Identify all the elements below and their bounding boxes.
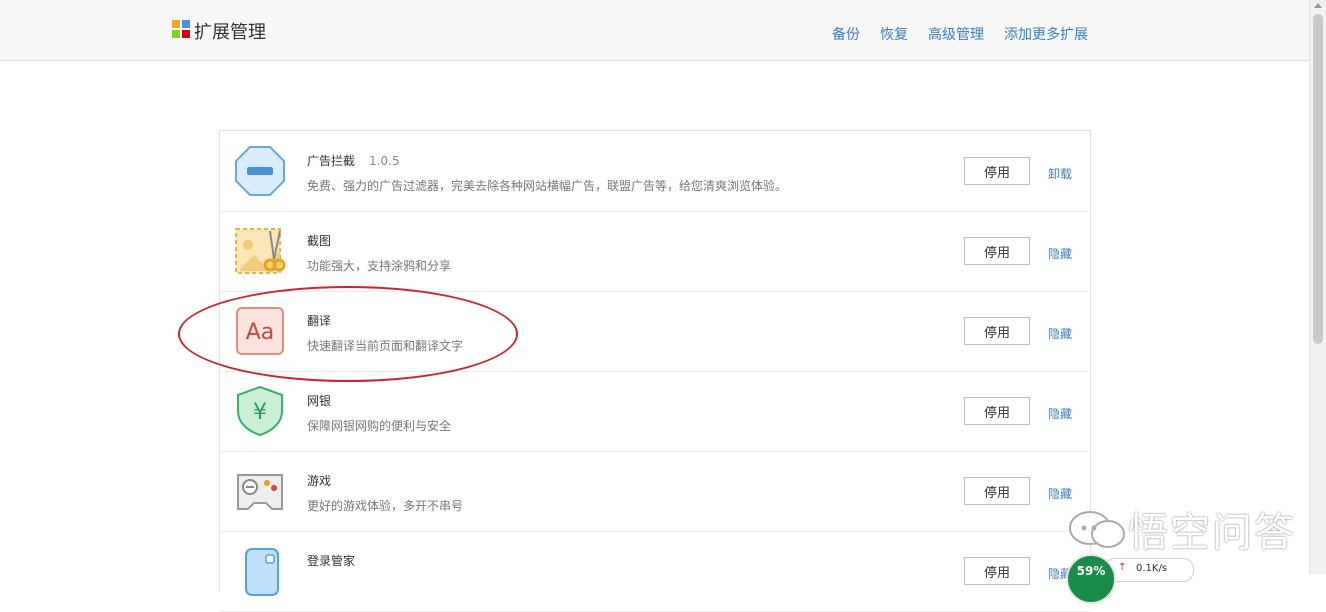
extension-version: 1.0.5 <box>369 154 400 168</box>
screenshot-icon <box>235 228 286 274</box>
extension-row: 截图 功能强大，支持涂鸦和分享 停用 隐藏 <box>220 211 1090 292</box>
add-more-extensions-link[interactable]: 添加更多扩展 <box>1004 24 1088 44</box>
hide-link[interactable]: 隐藏 <box>1048 245 1072 262</box>
scroll-thumb[interactable] <box>1313 14 1323 344</box>
extension-name: 登录管家 <box>307 554 356 568</box>
speed-percent: 59% <box>1066 554 1116 604</box>
backup-link[interactable]: 备份 <box>832 24 860 44</box>
extension-row: 广告拦截 1.0.5 免费、强力的广告过滤器，完美去除各种网站横幅广告，联盟广告等… <box>220 131 1090 212</box>
vertical-scrollbar[interactable] <box>1309 0 1326 574</box>
extension-row: 登录管家 停用 隐藏 <box>220 531 1090 612</box>
extension-name: 广告拦截 1.0.5 <box>307 154 400 168</box>
restore-link[interactable]: 恢复 <box>880 24 908 44</box>
watermark-text: 悟空问答 <box>1128 510 1296 556</box>
extension-description: 免费、强力的广告过滤器，完美去除各种网站横幅广告，联盟广告等，给您清爽浏览体验。 <box>307 179 788 193</box>
disable-button[interactable]: 停用 <box>964 237 1030 265</box>
extension-name: 网银 <box>307 394 332 408</box>
extension-description: 保障网银网购的便利与安全 <box>307 419 452 433</box>
gamepad-icon <box>237 474 283 510</box>
highlight-ellipse <box>178 286 518 382</box>
ad-block-icon <box>235 146 285 196</box>
hide-link[interactable]: 隐藏 <box>1048 325 1072 342</box>
login-manager-icon <box>245 548 279 596</box>
disable-button[interactable]: 停用 <box>964 157 1030 185</box>
speed-widget[interactable]: 59% ↑ 0.1K/s <box>1066 554 1196 604</box>
extension-logo-icon <box>172 20 190 38</box>
top-header: 扩展管理 备份 恢复 高级管理 添加更多扩展 <box>0 0 1310 61</box>
watermark-logo-icon <box>1069 511 1125 548</box>
extension-description: 功能强大，支持涂鸦和分享 <box>307 259 452 273</box>
disable-button[interactable]: 停用 <box>964 477 1030 505</box>
disable-button[interactable]: 停用 <box>964 397 1030 425</box>
scroll-up-arrow-icon[interactable] <box>1314 3 1322 8</box>
hide-link[interactable]: 隐藏 <box>1048 485 1072 502</box>
extension-name: 游戏 <box>307 474 332 488</box>
uninstall-link[interactable]: 卸载 <box>1048 165 1072 182</box>
bank-shield-icon: ¥ <box>237 385 283 437</box>
upload-arrow-icon: ↑ <box>1118 562 1127 573</box>
disable-button[interactable]: 停用 <box>964 557 1030 585</box>
extension-row: ¥ 网银 保障网银网购的便利与安全 停用 隐藏 <box>220 371 1090 452</box>
extension-description: 更好的游戏体验，多开不串号 <box>307 499 464 513</box>
advanced-manage-link[interactable]: 高级管理 <box>928 24 984 44</box>
svg-text:¥: ¥ <box>253 400 267 425</box>
page-title: 扩展管理 <box>194 22 266 43</box>
speed-rate: 0.1K/s <box>1136 563 1168 574</box>
disable-button[interactable]: 停用 <box>964 317 1030 345</box>
hide-link[interactable]: 隐藏 <box>1048 405 1072 422</box>
extension-row: 游戏 更好的游戏体验，多开不串号 停用 隐藏 <box>220 451 1090 532</box>
extension-name: 截图 <box>307 234 332 248</box>
